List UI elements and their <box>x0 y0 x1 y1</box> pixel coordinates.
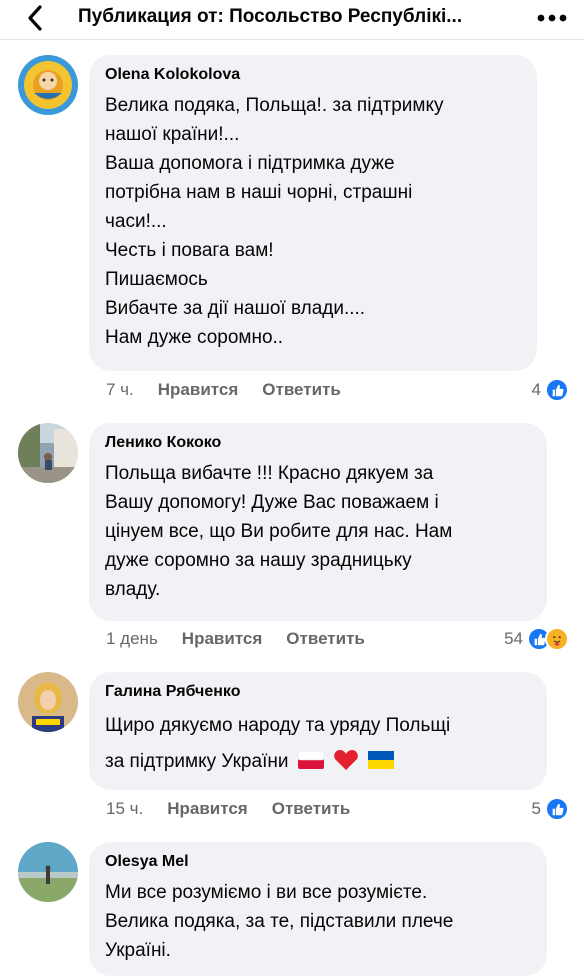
avatar-landscape-photo <box>18 842 78 902</box>
flag-poland-icon <box>297 751 324 769</box>
reply-button[interactable]: Ответить <box>286 629 365 649</box>
avatar[interactable] <box>18 672 78 732</box>
comment-bubble[interactable]: Галина Рябченко Щиро дякуємо народу та у… <box>89 672 547 790</box>
avatar[interactable] <box>18 423 78 483</box>
top-bar: Публикация от: Посольство Республікі... <box>0 0 585 40</box>
red-heart-icon <box>334 750 358 770</box>
back-button[interactable] <box>20 3 50 33</box>
comment-timestamp[interactable]: 7 ч. <box>106 380 134 400</box>
chevron-left-icon <box>28 5 42 31</box>
comment-line: Честь і повага вам! <box>105 240 274 261</box>
comment-line: Польща вибачте !!! Красно дякуем за <box>105 463 434 484</box>
comment-timestamp[interactable]: 15 ч. <box>106 799 143 819</box>
comment-line: Велика подяка, за те, підставили плече <box>105 911 454 932</box>
flag-ukraine-icon <box>368 751 395 769</box>
comment-actions: 1 день Нравится Ответить <box>106 627 389 651</box>
page-title: Публикация от: Посольство Республікі... <box>78 6 463 27</box>
comment-line: за підтримку України <box>105 744 531 780</box>
comment-bubble[interactable]: Ленико Кококо Польща вибачте !!! Красно … <box>89 423 547 621</box>
comment-timestamp[interactable]: 1 день <box>106 629 158 649</box>
comment-bubble[interactable]: Olesya Mel Ми все розуміємо і ви все роз… <box>89 842 547 976</box>
like-button[interactable]: Нравится <box>182 629 263 649</box>
comment-line: Україні. <box>105 940 171 961</box>
comment-author[interactable]: Галина Рябченко <box>105 682 531 702</box>
comment-line: Пишаємось <box>105 269 208 290</box>
comment-author[interactable]: Olena Kolokolova <box>105 65 521 85</box>
more-options-button[interactable] <box>532 3 572 33</box>
comment-text: Польща вибачте !!! Красно дякуем за Вашу… <box>105 459 531 604</box>
reaction-count: 54 <box>504 629 523 648</box>
like-button[interactable]: Нравится <box>158 380 239 400</box>
comment-line: Ми все розуміємо і ви все розумієте. <box>105 882 428 903</box>
comment-line: Вибачте за дії нашої влади.... <box>105 298 366 319</box>
comment-line: Велика подяка, Польща!. за підтримку <box>105 95 444 116</box>
comment-line: потрібна нам в наші чорні, страшні <box>105 182 413 203</box>
comment-line: Щиро дякуємо народу та уряду Польщі <box>105 715 451 736</box>
avatar-street-photo <box>18 423 78 483</box>
like-button[interactable]: Нравится <box>167 799 248 819</box>
reaction-count: 4 <box>531 380 541 399</box>
avatar[interactable] <box>18 55 78 115</box>
like-icon <box>545 797 569 821</box>
reaction-count: 5 <box>531 799 541 818</box>
comment-line: нашої країни!... <box>105 124 240 145</box>
comment-author[interactable]: Olesya Mel <box>105 852 531 872</box>
reaction-summary[interactable]: 4 <box>532 377 569 403</box>
more-dots-icon <box>537 14 567 22</box>
like-icon <box>545 378 569 402</box>
comment-author[interactable]: Ленико Кококо <box>105 433 531 453</box>
comment-line: цінуем все, що Ви робите для нас. Нам <box>105 521 453 542</box>
comment-line: Ваша допомога і підтримка дуже <box>105 153 395 174</box>
comment-line-text: за підтримку України <box>105 751 289 772</box>
reaction-summary[interactable]: 54 <box>504 626 569 652</box>
reaction-summary[interactable]: 5 <box>532 796 569 822</box>
comment-text: Щиро дякуємо народу та уряду Польщі за п… <box>105 708 531 780</box>
comment-line: владу. <box>105 579 161 600</box>
avatar[interactable] <box>18 842 78 902</box>
comment-actions: 7 ч. Нравится Ответить <box>106 378 365 402</box>
comment-line: Вашу допомогу! Дуже Вас поважаем і <box>105 492 439 513</box>
avatar-portrait-photo <box>18 672 78 732</box>
reply-button[interactable]: Ответить <box>272 799 351 819</box>
comment-line: дуже соромно за нашу зрадницьку <box>105 550 412 571</box>
reply-button[interactable]: Ответить <box>262 380 341 400</box>
avatar-sun-image <box>18 55 78 115</box>
comment-actions: 15 ч. Нравится Ответить <box>106 797 374 821</box>
comment-bubble[interactable]: Olena Kolokolova Велика подяка, Польща!.… <box>89 55 537 371</box>
comment-text: Велика подяка, Польща!. за підтримку наш… <box>105 91 521 352</box>
comment-text: Ми все розуміємо і ви все розумієте. Вел… <box>105 878 531 965</box>
comment-line: Нам дуже соромно.. <box>105 327 284 348</box>
comment-line: часи!... <box>105 211 167 232</box>
care-icon <box>545 627 569 651</box>
